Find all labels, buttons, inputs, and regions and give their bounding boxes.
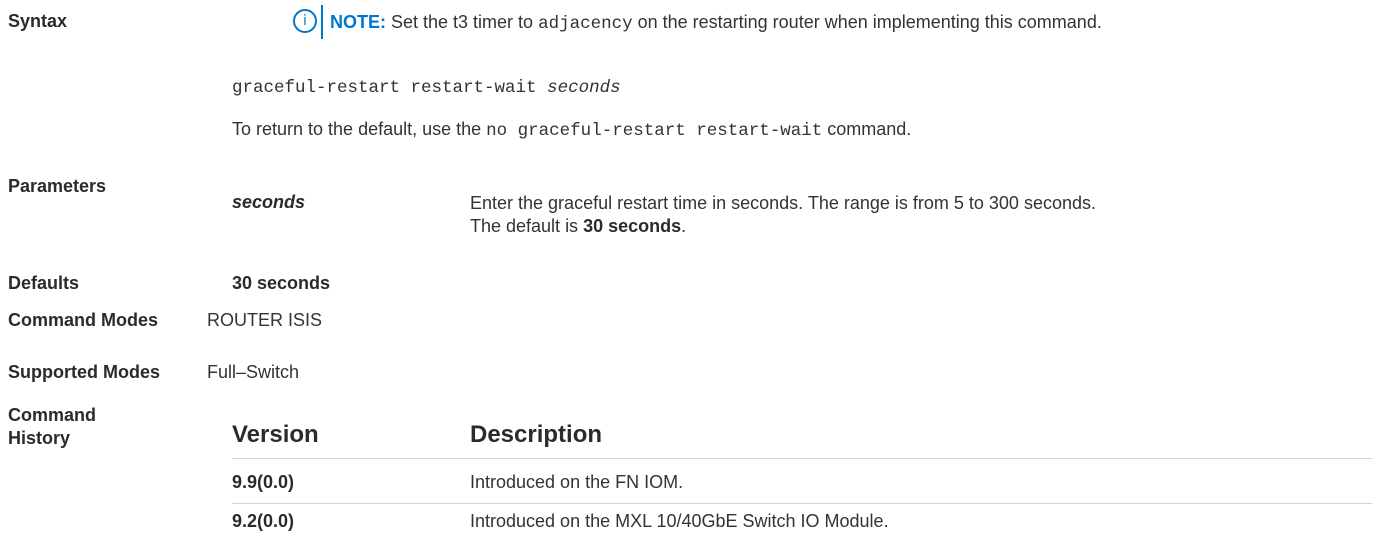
- history-header-divider: [232, 458, 1372, 459]
- history-row-version: 9.2(0.0): [232, 511, 295, 531]
- history-header-description: Description: [470, 421, 603, 448]
- syntax-label: Syntax: [8, 11, 68, 31]
- history-row-version: 9.9(0.0): [232, 472, 295, 492]
- note-text-before: Set the t3 timer to: [386, 12, 539, 32]
- command-history-label-line1: Command: [8, 405, 97, 425]
- history-row-description: Introduced on the MXL 10/40GbE Switch IO…: [470, 511, 889, 531]
- note-code: adjacency: [538, 14, 633, 34]
- return-text-after: command.: [822, 119, 912, 139]
- param-default-value: 30 seconds: [583, 216, 682, 236]
- param-default-after: .: [681, 216, 687, 236]
- parameters-label: Parameters: [8, 176, 107, 196]
- return-default-text: To return to the default, use the no gra…: [232, 118, 911, 142]
- command-modes-label: Command Modes: [8, 310, 159, 330]
- command-syntax: graceful-restart restart-wait seconds: [232, 78, 621, 98]
- note-text-after: on the restarting router when implementi…: [632, 12, 1102, 32]
- parameter-description-line1: Enter the graceful restart time in secon…: [470, 193, 1096, 213]
- command-history-label-line2: History: [8, 428, 71, 448]
- parameter-term: seconds: [232, 192, 306, 212]
- defaults-label: Defaults: [8, 273, 80, 293]
- info-icon: i: [293, 9, 317, 33]
- command-arg: seconds: [547, 78, 621, 98]
- command-text: graceful-restart restart-wait: [232, 78, 548, 98]
- note-divider: [321, 5, 323, 39]
- history-row-description: Introduced on the FN IOM.: [470, 472, 684, 492]
- parameter-description-line2: The default is 30 seconds.: [470, 215, 686, 237]
- return-code: no graceful-restart restart-wait: [486, 121, 823, 141]
- return-text-before: To return to the default, use the: [232, 119, 487, 139]
- command-modes-value: ROUTER ISIS: [207, 310, 323, 330]
- supported-modes-label: Supported Modes: [8, 362, 160, 382]
- history-row-divider: [232, 503, 1372, 504]
- history-header-version: Version: [232, 421, 319, 448]
- note-text: NOTE: Set the t3 timer to adjacency on t…: [330, 11, 1102, 35]
- param-default-before: The default is: [470, 216, 584, 236]
- note-label: NOTE:: [330, 12, 386, 32]
- defaults-value: 30 seconds: [232, 273, 331, 293]
- supported-modes-value: Full–Switch: [207, 362, 300, 382]
